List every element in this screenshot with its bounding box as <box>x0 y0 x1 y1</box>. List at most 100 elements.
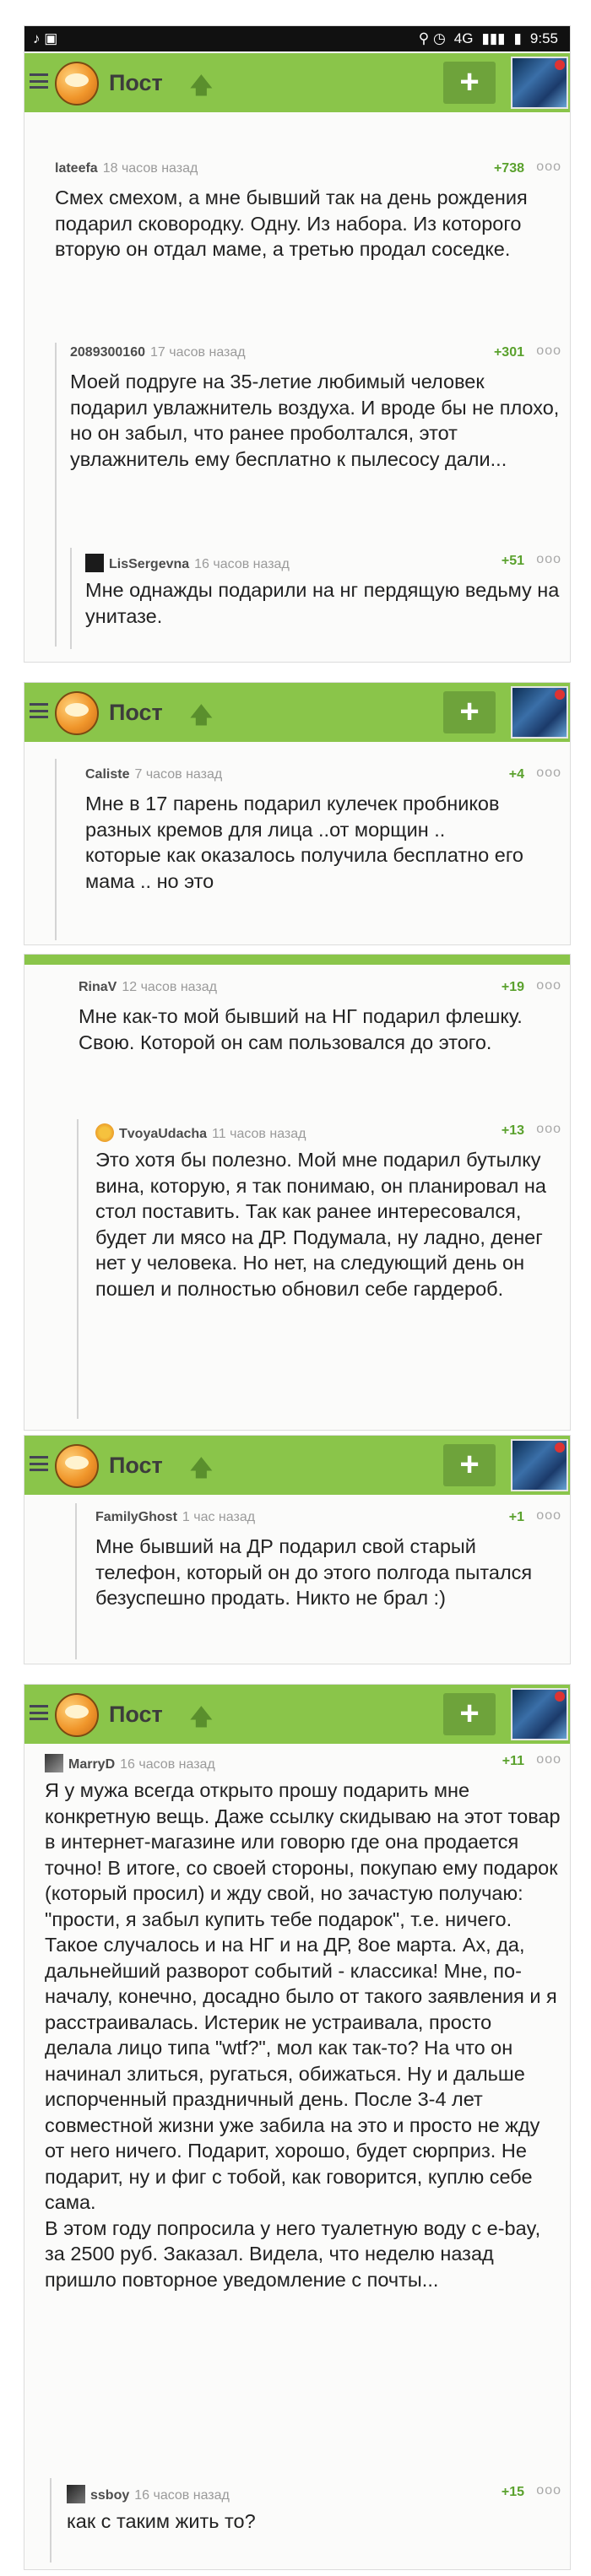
comment: TvoyaUdacha 11 часов назад +13 ooo Это хо… <box>95 1122 561 1302</box>
more-options-icon[interactable]: ooo <box>536 2483 561 2498</box>
top-bar: Пост 🡅 + <box>24 1436 570 1495</box>
up-arrow-icon[interactable]: 🡅 <box>190 1453 213 1490</box>
user-avatar-icon <box>67 2485 85 2503</box>
more-options-icon[interactable]: ooo <box>536 1752 561 1767</box>
comment-author[interactable]: LisSergevna <box>109 557 189 571</box>
user-avatar-icon <box>85 554 104 572</box>
more-options-icon[interactable]: ooo <box>536 766 561 781</box>
comment-text: Моей подруге на 35-летие любимый человек… <box>70 371 560 470</box>
comment-time: 16 часов назад <box>120 1757 215 1772</box>
user-avatar[interactable] <box>511 1439 568 1491</box>
comment: LisSergevna 16 часов назад +51 ooo Мне од… <box>85 552 561 629</box>
pikabu-logo-icon[interactable] <box>55 1444 99 1488</box>
signal-icon: ▮▮▮ <box>481 30 506 46</box>
more-options-icon[interactable]: ooo <box>536 1122 561 1137</box>
top-bar-edge <box>24 955 570 965</box>
comment-author[interactable]: MarryD <box>68 1757 115 1772</box>
comment-author[interactable]: ssboy <box>90 2488 129 2503</box>
user-avatar[interactable] <box>511 686 568 739</box>
more-options-icon[interactable]: ooo <box>536 344 561 359</box>
clock: 9:55 <box>529 30 558 46</box>
comment-score: +738 <box>493 161 524 176</box>
comment: 2089300160 17 часов назад +301 ooo Моей п… <box>70 344 561 472</box>
comment-time: 12 часов назад <box>122 980 217 994</box>
hamburger-menu-icon[interactable] <box>30 1705 48 1720</box>
user-avatar-icon <box>45 1754 63 1772</box>
hamburger-menu-icon[interactable] <box>30 1456 48 1471</box>
top-bar: Пост 🡅 + <box>24 53 570 112</box>
reply-thread-line <box>55 343 57 647</box>
top-bar: Пост 🡅 + <box>24 1685 570 1744</box>
user-avatar[interactable] <box>511 1688 568 1740</box>
pikabu-logo-icon[interactable] <box>55 691 99 735</box>
more-options-icon[interactable]: ooo <box>536 552 561 567</box>
top-bar: Пост 🡅 + <box>24 683 570 742</box>
add-post-button[interactable]: + <box>443 1444 496 1486</box>
up-arrow-icon[interactable]: 🡅 <box>190 700 213 737</box>
add-post-button[interactable]: + <box>443 62 496 104</box>
comment-score: +11 <box>502 1754 524 1768</box>
comment-score: +19 <box>501 980 524 994</box>
hamburger-menu-icon[interactable] <box>30 73 48 89</box>
comment-author[interactable]: FamilyGhost <box>95 1510 177 1524</box>
page-title: Пост <box>109 1702 163 1727</box>
comment-author[interactable]: RinaV <box>79 980 117 994</box>
page-title: Пост <box>109 70 163 95</box>
comment-author[interactable]: 2089300160 <box>70 345 145 360</box>
reply-thread-line <box>77 1119 79 1419</box>
comment-text: Это хотя бы полезно. Мой мне подарил бут… <box>95 1149 546 1300</box>
comment-time: 1 час назад <box>182 1510 256 1524</box>
page-title: Пост <box>109 1453 163 1478</box>
comment: RinaV 12 часов назад +19 ooo Мне как-то м… <box>79 978 561 1055</box>
comment: ssboy 16 часов назад +15 ooo как с таким … <box>67 2483 561 2535</box>
screenshot-card-5: Пост 🡅 + MarryD 16 часов назад +11 ooo Я … <box>24 1684 571 2570</box>
comment: MarryD 16 часов назад +11 ooo Я у мужа вс… <box>45 1752 561 2292</box>
battery-icon: ▮ <box>513 30 522 46</box>
screenshot-card-1: ♪ ▣ ⚲ ◷ 4G ▮▮▮ ▮ 9:55 Пост 🡅 + lateefa 18… <box>24 25 571 663</box>
reply-thread-line <box>55 759 57 940</box>
user-avatar[interactable] <box>511 57 568 109</box>
page-title: Пост <box>109 700 163 725</box>
reply-thread-line <box>70 548 72 649</box>
comment-text: Мне бывший на ДР подарил свой старый тел… <box>95 1535 533 1609</box>
screenshot-card-4: Пост 🡅 + FamilyGhost 1 час назад +1 ooo М… <box>24 1435 571 1664</box>
add-post-button[interactable]: + <box>443 1693 496 1735</box>
comment-text: Я у мужа всегда открыто прошу подарить м… <box>45 1779 561 2291</box>
more-options-icon[interactable]: ooo <box>536 978 561 993</box>
comment-time: 7 часов назад <box>134 767 223 782</box>
comment-time: 18 часов назад <box>102 161 198 176</box>
comment: FamilyGhost 1 час назад +1 ooo Мне бывший… <box>95 1508 561 1611</box>
add-post-button[interactable]: + <box>443 691 496 733</box>
comment: lateefa 18 часов назад +738 ooo Смех смех… <box>55 160 561 262</box>
comment-author[interactable]: TvoyaUdacha <box>119 1127 207 1141</box>
up-arrow-icon[interactable]: 🡅 <box>190 1702 213 1739</box>
comment-score: +51 <box>501 554 524 568</box>
reply-thread-line <box>75 1503 77 1659</box>
comment-text: как с таким жить то? <box>67 2510 256 2532</box>
comment-score: +1 <box>508 1510 524 1524</box>
pikabu-logo-icon[interactable] <box>55 62 99 106</box>
comment-author[interactable]: Caliste <box>85 767 129 782</box>
up-arrow-icon[interactable]: 🡅 <box>190 70 213 107</box>
comment-score: +13 <box>501 1123 524 1138</box>
status-left-icons: ♪ ▣ <box>33 30 58 46</box>
comment-time: 11 часов назад <box>212 1127 306 1141</box>
pikabu-logo-icon[interactable] <box>55 1693 99 1737</box>
network-label: 4G <box>453 30 474 46</box>
more-options-icon[interactable]: ooo <box>536 160 561 175</box>
comment-text: Мне в 17 парень подарил кулечек пробнико… <box>85 793 523 892</box>
comment-score: +4 <box>508 767 524 782</box>
comment-time: 17 часов назад <box>149 345 246 360</box>
comment-text: Мне как-то мой бывший на НГ подарил флеш… <box>79 1005 523 1053</box>
screenshot-card-2: Пост 🡅 + Caliste 7 часов назад +4 ooo Мне… <box>24 682 571 945</box>
more-options-icon[interactable]: ooo <box>536 1508 561 1523</box>
reply-thread-line <box>50 2478 52 2562</box>
hamburger-menu-icon[interactable] <box>30 703 48 718</box>
comment-author[interactable]: lateefa <box>55 161 98 176</box>
comment-score: +301 <box>493 345 524 360</box>
comment-text: Смех смехом, а мне бывший так на день ро… <box>55 187 528 260</box>
status-bar: ♪ ▣ ⚲ ◷ 4G ▮▮▮ ▮ 9:55 <box>24 26 570 51</box>
comment-score: +15 <box>501 2485 524 2499</box>
comment-time: 16 часов назад <box>134 2488 230 2503</box>
comment: Caliste 7 часов назад +4 ooo Мне в 17 пар… <box>85 766 561 894</box>
